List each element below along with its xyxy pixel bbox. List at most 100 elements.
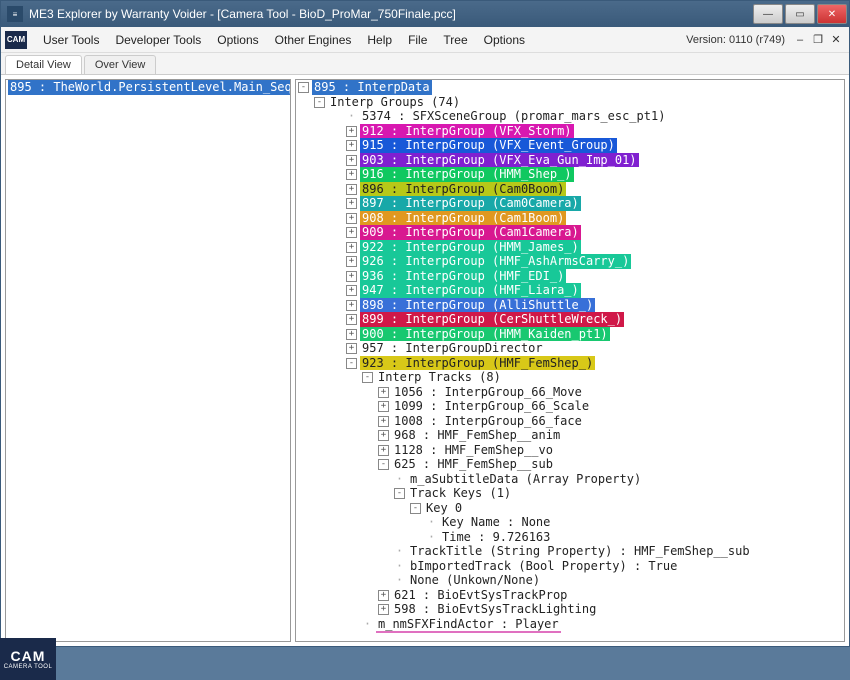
expand-icon[interactable]: + xyxy=(346,169,357,180)
titlebar[interactable]: ≡ ME3 Explorer by Warranty Voider - [Cam… xyxy=(1,1,849,27)
collapse-icon[interactable]: - xyxy=(362,372,373,383)
expand-icon[interactable]: + xyxy=(378,416,389,427)
mdi-minimize-button[interactable]: – xyxy=(791,34,809,46)
tree-node-label: 968 : HMF_FemShep__anim xyxy=(392,428,562,443)
expand-icon[interactable]: + xyxy=(346,271,357,282)
tab[interactable]: Detail View xyxy=(5,55,82,74)
tree-node[interactable]: ·5374 : SFXSceneGroup (promar_mars_esc_p… xyxy=(296,109,844,124)
expand-icon[interactable]: + xyxy=(346,343,357,354)
taskbar-icon[interactable]: CAM CAMERA TOOL xyxy=(0,638,56,680)
tree-node[interactable]: +968 : HMF_FemShep__anim xyxy=(296,428,844,443)
right-tree-pane[interactable]: -895 : InterpData-Interp Groups (74)·537… xyxy=(295,79,845,642)
collapse-icon[interactable]: - xyxy=(298,82,309,93)
tree-node[interactable]: ·None (Unkown/None) xyxy=(296,573,844,588)
tree-node[interactable]: +916 : InterpGroup (HMM_Shep_) xyxy=(296,167,844,182)
taskbar-icon-label: CAM xyxy=(11,648,46,664)
expand-icon[interactable]: + xyxy=(346,300,357,311)
tree-node-label: Key Name : None xyxy=(440,515,552,530)
expand-icon[interactable]: + xyxy=(378,430,389,441)
mdi-close-button[interactable]: ✕ xyxy=(827,33,845,46)
tab[interactable]: Over View xyxy=(84,55,157,74)
tree-node-label: m_aSubtitleData (Array Property) xyxy=(408,472,643,487)
expand-icon[interactable]: + xyxy=(346,126,357,137)
tree-node-label: 598 : BioEvtSysTrackLighting xyxy=(392,602,598,617)
window-title: ME3 Explorer by Warranty Voider - [Camer… xyxy=(29,7,751,21)
expand-icon[interactable]: + xyxy=(378,387,389,398)
expand-icon[interactable]: + xyxy=(346,314,357,325)
expand-icon[interactable]: + xyxy=(346,242,357,253)
expand-icon[interactable]: + xyxy=(346,140,357,151)
tree-node[interactable]: ·Time : 9.726163 xyxy=(296,530,844,545)
tree-node[interactable]: +912 : InterpGroup (VFX_Storm) xyxy=(296,124,844,139)
menu-item[interactable]: Options xyxy=(476,31,533,49)
tree-node[interactable]: +909 : InterpGroup (Cam1Camera) xyxy=(296,225,844,240)
expand-icon[interactable]: + xyxy=(346,256,357,267)
collapse-icon[interactable]: - xyxy=(378,459,389,470)
tree-node-label: 1008 : InterpGroup_66_face xyxy=(392,414,584,429)
tree-node[interactable]: +1056 : InterpGroup_66_Move xyxy=(296,385,844,400)
tree-node[interactable]: +1099 : InterpGroup_66_Scale xyxy=(296,399,844,414)
mdi-restore-button[interactable]: ❐ xyxy=(809,33,827,46)
tree-node[interactable]: +947 : InterpGroup (HMF_Liara_) xyxy=(296,283,844,298)
tree-node[interactable]: ·m_nmSFXFindActor : Player xyxy=(296,617,844,634)
tree-node[interactable]: ·m_aSubtitleData (Array Property) xyxy=(296,472,844,487)
menu-item[interactable]: File xyxy=(400,31,435,49)
expand-icon[interactable]: + xyxy=(378,445,389,456)
tree-node[interactable]: ·bImportedTrack (Bool Property) : True xyxy=(296,559,844,574)
expand-icon[interactable]: + xyxy=(378,401,389,412)
left-tree-pane[interactable]: 895 : TheWorld.PersistentLevel.Main_Sequ… xyxy=(5,79,291,642)
tree-node[interactable]: +936 : InterpGroup (HMF_EDI_) xyxy=(296,269,844,284)
tree-node[interactable]: +908 : InterpGroup (Cam1Boom) xyxy=(296,211,844,226)
tree-node[interactable]: +957 : InterpGroupDirector xyxy=(296,341,844,356)
menu-item[interactable]: Help xyxy=(359,31,400,49)
menu-item[interactable]: Tree xyxy=(435,31,475,49)
tree-node[interactable]: -Key 0 xyxy=(296,501,844,516)
expand-icon[interactable]: + xyxy=(346,155,357,166)
expand-icon[interactable]: + xyxy=(346,285,357,296)
expand-icon[interactable]: + xyxy=(346,227,357,238)
tree-node[interactable]: ·TrackTitle (String Property) : HMF_FemS… xyxy=(296,544,844,559)
expand-icon[interactable]: + xyxy=(346,213,357,224)
tree-node[interactable]: -895 : InterpData xyxy=(296,80,844,95)
tree-node[interactable]: +900 : InterpGroup (HMM_Kaiden_pt1) xyxy=(296,327,844,342)
tree-node[interactable]: -923 : InterpGroup (HMF_FemShep_) xyxy=(296,356,844,371)
collapse-icon[interactable]: - xyxy=(346,358,357,369)
tree-node[interactable]: +598 : BioEvtSysTrackLighting xyxy=(296,602,844,617)
tree-node[interactable]: -Interp Groups (74) xyxy=(296,95,844,110)
collapse-icon[interactable]: - xyxy=(410,503,421,514)
tree-node[interactable]: +898 : InterpGroup (AlliShuttle_) xyxy=(296,298,844,313)
tree-node[interactable]: +926 : InterpGroup (HMF_AshArmsCarry_) xyxy=(296,254,844,269)
menu-item[interactable]: User Tools xyxy=(35,31,107,49)
expand-icon[interactable]: + xyxy=(378,604,389,615)
minimize-button[interactable]: — xyxy=(753,4,783,24)
maximize-button[interactable]: ▭ xyxy=(785,4,815,24)
tree-node[interactable]: +915 : InterpGroup (VFX_Event_Group) xyxy=(296,138,844,153)
tool-icon: CAM xyxy=(5,31,27,49)
menu-item[interactable]: Developer Tools xyxy=(107,31,209,49)
tree-node-label: 899 : InterpGroup (CerShuttleWreck_) xyxy=(360,312,624,327)
tree-node[interactable]: +1008 : InterpGroup_66_face xyxy=(296,414,844,429)
expand-icon[interactable]: + xyxy=(346,198,357,209)
tree-node[interactable]: +897 : InterpGroup (Cam0Camera) xyxy=(296,196,844,211)
tree-node[interactable]: ·Key Name : None xyxy=(296,515,844,530)
expand-icon[interactable]: + xyxy=(346,329,357,340)
tree-node[interactable]: 895 : TheWorld.PersistentLevel.Main_Sequ… xyxy=(6,80,290,95)
tree-node[interactable]: -625 : HMF_FemShep__sub xyxy=(296,457,844,472)
expand-icon[interactable]: + xyxy=(378,590,389,601)
menu-item[interactable]: Options xyxy=(209,31,266,49)
tree-node[interactable]: +1128 : HMF_FemShep__vo xyxy=(296,443,844,458)
close-button[interactable]: ✕ xyxy=(817,4,847,24)
collapse-icon[interactable]: - xyxy=(314,97,325,108)
tree-node[interactable]: -Track Keys (1) xyxy=(296,486,844,501)
expand-icon[interactable]: + xyxy=(346,184,357,195)
menu-item[interactable]: Other Engines xyxy=(267,31,360,49)
tree-node[interactable]: +903 : InterpGroup (VFX_Eva_Gun_Imp_01) xyxy=(296,153,844,168)
collapse-icon[interactable]: - xyxy=(394,488,405,499)
tree-node[interactable]: +896 : InterpGroup (Cam0Boom) xyxy=(296,182,844,197)
tree-node[interactable]: +922 : InterpGroup (HMM_James_) xyxy=(296,240,844,255)
tree-node[interactable]: +621 : BioEvtSysTrackProp xyxy=(296,588,844,603)
tree-leaf-icon: · xyxy=(362,617,373,632)
tree-node[interactable]: +899 : InterpGroup (CerShuttleWreck_) xyxy=(296,312,844,327)
tree-node[interactable]: -Interp Tracks (8) xyxy=(296,370,844,385)
tree-leaf-icon: · xyxy=(426,515,437,530)
